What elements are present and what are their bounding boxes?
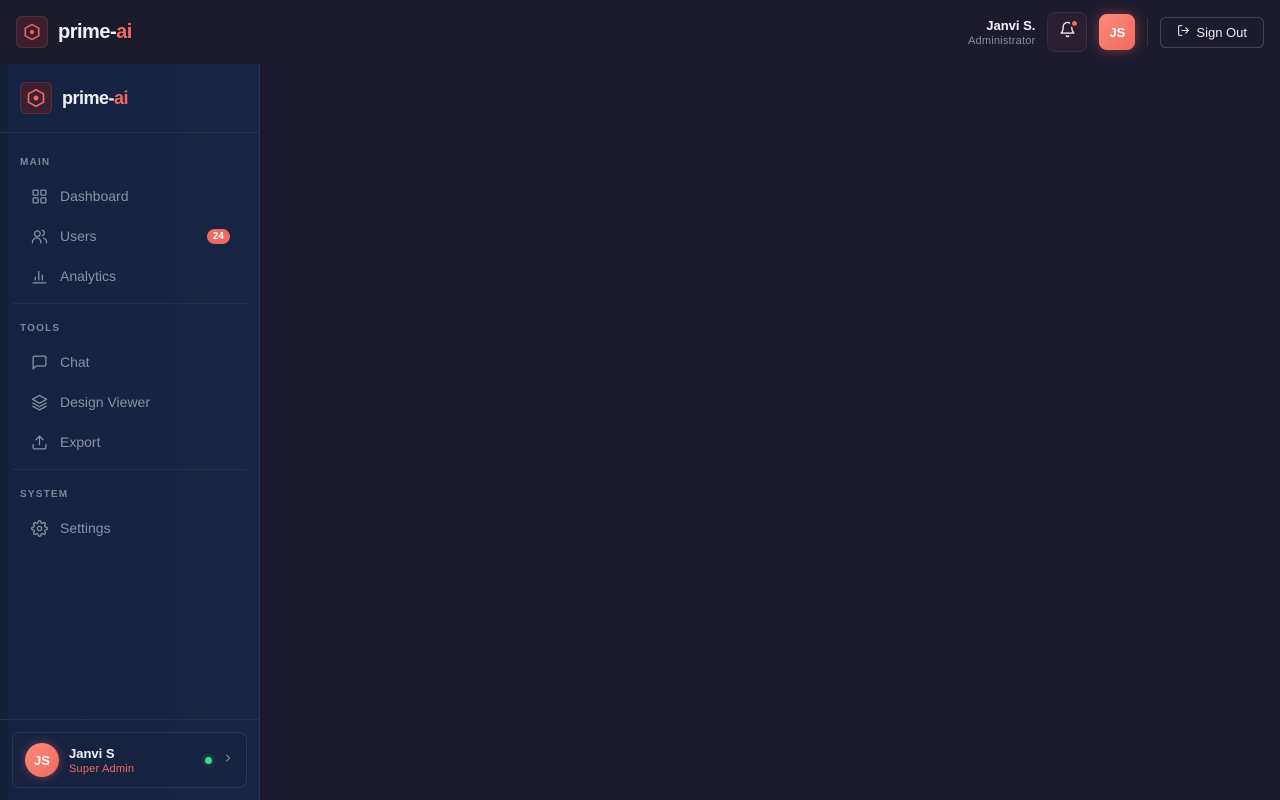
sidebar-footer: JS Janvi S Super Admin (0, 719, 259, 800)
sidebar-item-export[interactable]: Export (0, 422, 259, 462)
upload-icon (30, 433, 48, 451)
sidebar-item-label: Users (60, 228, 97, 244)
section-label-main: MAIN (20, 157, 51, 168)
profile-name: Janvi S (69, 745, 115, 761)
notification-dot (1070, 19, 1080, 28)
sidebar-item-label: Dashboard (60, 188, 129, 204)
header-user-role: Administrator (968, 34, 1036, 47)
sidebar-item-settings[interactable]: Settings (0, 508, 259, 548)
sidebar-item-label: Export (60, 434, 101, 450)
section-label-tools: TOOLS (20, 323, 61, 334)
sidebar-item-label: Analytics (60, 268, 117, 284)
sidebar-item-design-viewer[interactable]: Design Viewer (0, 382, 259, 422)
sidebar-brand-name: prime-ai (62, 87, 129, 108)
section-label-system: SYSTEM (20, 489, 69, 500)
user-profile-card[interactable]: JS Janvi S Super Admin (12, 732, 247, 788)
online-status-dot (205, 756, 212, 764)
gear-icon (30, 519, 48, 537)
sidebar-item-chat[interactable]: Chat (0, 342, 259, 382)
chat-icon (30, 353, 48, 371)
layers-icon (30, 393, 48, 411)
sidebar-item-analytics[interactable]: Analytics (0, 256, 259, 296)
main-content (260, 64, 1280, 800)
sidebar-item-users[interactable]: Users 24 (0, 216, 259, 256)
header-avatar[interactable]: JS (1099, 14, 1136, 50)
profile-role: Super Admin (69, 762, 135, 775)
header-user-info: Janvi S. Administrator (968, 18, 1035, 47)
brand-name: prime-ai (58, 20, 132, 43)
sidebar-item-label: Design Viewer (60, 394, 151, 410)
logo-icon (16, 16, 48, 48)
sign-out-label: Sign Out (1196, 24, 1247, 40)
sidebar: prime-ai MAIN Dashboard Users 24 Analyti… (0, 64, 260, 800)
sign-out-button[interactable]: Sign Out (1160, 16, 1264, 48)
header-divider (1147, 18, 1149, 46)
chevron-right-icon[interactable] (222, 751, 234, 769)
avatar: JS (25, 743, 59, 777)
notifications-button[interactable] (1047, 12, 1088, 52)
brand[interactable]: prime-ai (16, 16, 132, 48)
sidebar-brand[interactable]: prime-ai (0, 64, 259, 133)
sidebar-logo-icon (20, 82, 52, 114)
sidebar-item-label: Chat (60, 354, 90, 370)
logout-icon (1177, 24, 1190, 40)
users-count-badge: 24 (206, 228, 230, 244)
grid-icon (30, 187, 48, 205)
header-user-name: Janvi S. (986, 17, 1036, 33)
sidebar-item-dashboard[interactable]: Dashboard (0, 176, 259, 216)
users-icon (30, 227, 48, 245)
sidebar-item-label: Settings (60, 520, 111, 536)
bar-chart-icon (30, 267, 48, 285)
top-bar: prime-ai Janvi S. Administrator JS Sign … (0, 0, 1280, 64)
